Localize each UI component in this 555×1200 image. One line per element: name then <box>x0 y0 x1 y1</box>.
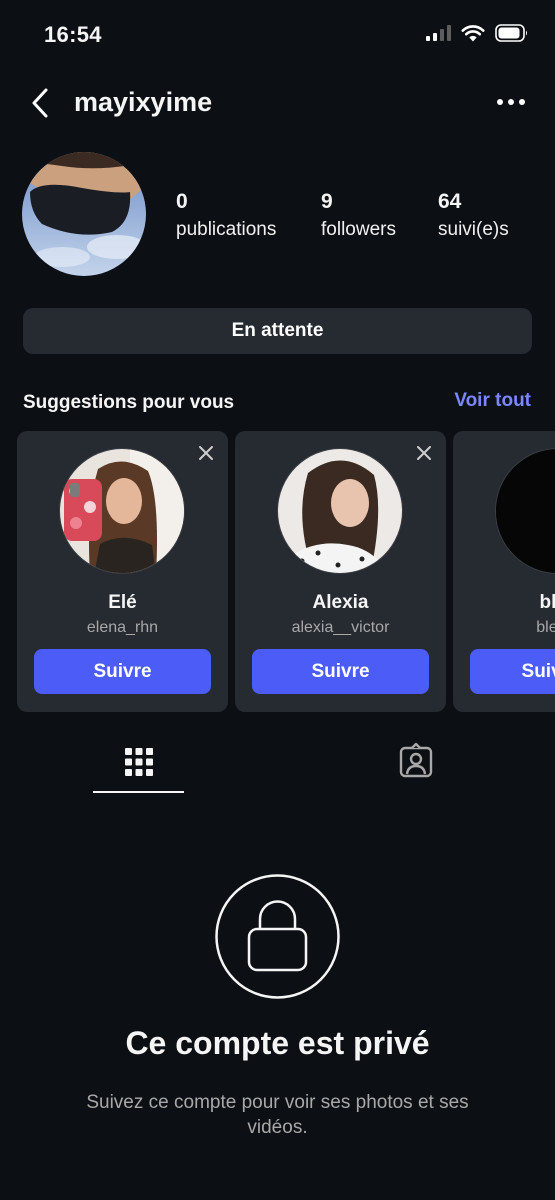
follow-button[interactable]: Suivre <box>34 649 211 694</box>
suggestion-name: blzu <box>539 592 555 613</box>
suggestion-name: Alexia <box>312 592 369 613</box>
stat-value: 0 <box>176 190 188 213</box>
profile-username: mayixyime <box>74 87 213 117</box>
wifi-icon <box>461 25 485 42</box>
stat-following[interactable]: 64 suivi(e)s <box>438 190 509 241</box>
pending-request-button[interactable]: En attente <box>23 308 532 354</box>
suggestion-handle: elena_rhn <box>86 619 159 636</box>
suggestion-handle: alexia__victor <box>291 619 390 636</box>
chevron-left-icon[interactable] <box>26 86 56 120</box>
see-all-link[interactable]: Voir tout <box>454 390 531 412</box>
profile-avatar[interactable] <box>22 152 146 276</box>
suggestion-handle: bleuer <box>536 619 555 636</box>
suggestion-avatar[interactable] <box>59 448 185 574</box>
suggestion-name: Elé <box>108 592 137 613</box>
private-account-title: Ce compte est privé <box>125 1025 430 1061</box>
status-bar: 16:54 <box>0 0 555 70</box>
stat-followers[interactable]: 9 followers <box>321 190 396 241</box>
battery-icon <box>495 24 527 42</box>
stat-value: 64 <box>438 190 462 213</box>
follow-button[interactable]: Suivre e <box>470 649 555 694</box>
cellular-signal-icon <box>426 25 451 41</box>
more-horizontal-icon[interactable] <box>493 90 529 114</box>
follow-button[interactable]: Suivre <box>252 649 429 694</box>
active-tab-indicator <box>93 791 184 793</box>
stat-label: followers <box>321 219 396 240</box>
suggestion-avatar[interactable] <box>495 448 555 574</box>
grid-icon[interactable] <box>119 742 159 782</box>
stat-label: publications <box>176 219 277 240</box>
status-time: 16:54 <box>44 22 102 47</box>
close-icon[interactable] <box>198 445 214 461</box>
profile-screen: 16:54 mayixyime 0 publications 9 followe… <box>0 0 555 1200</box>
status-icons <box>426 24 529 42</box>
close-icon[interactable] <box>416 445 432 461</box>
suggestion-card[interactable]: blzu bleuer Suivre e <box>453 431 555 712</box>
suggestion-card[interactable]: Alexia alexia__victor Suivre <box>235 431 446 712</box>
suggestion-card[interactable]: Elé elena_rhn Suivre <box>17 431 228 712</box>
profile-header: mayixyime <box>0 78 555 128</box>
tagged-person-icon[interactable] <box>396 742 436 782</box>
lock-icon <box>215 874 340 999</box>
suggestion-avatar[interactable] <box>277 448 403 574</box>
suggestions-title: Suggestions pour vous <box>23 392 235 413</box>
private-account-message: Suivez ce compte pour voir ses photos et… <box>86 1092 469 1138</box>
stat-value: 9 <box>321 190 333 213</box>
stat-label: suivi(e)s <box>438 219 509 240</box>
stat-publications: 0 publications <box>176 190 276 241</box>
